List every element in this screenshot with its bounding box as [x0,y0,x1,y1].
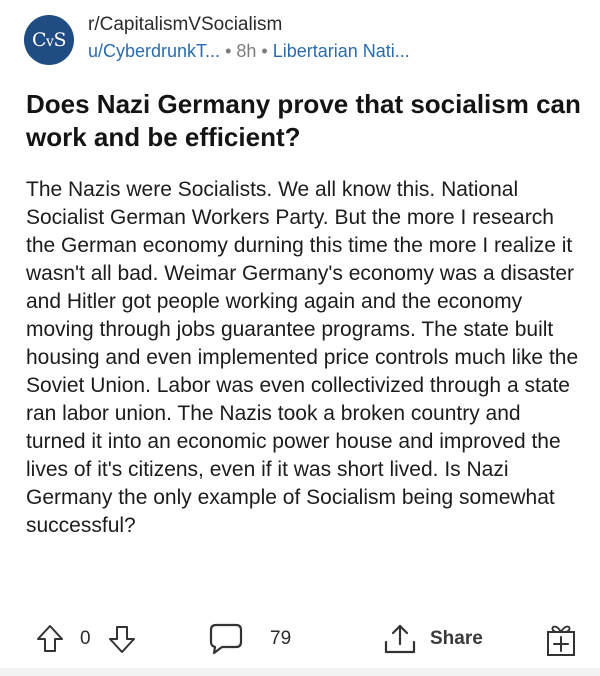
comments-button[interactable] [208,622,244,656]
separator-dot: • [261,41,268,61]
avatar-text: CvS [32,29,67,51]
subreddit-name[interactable]: r/CapitalismVSocialism [88,12,588,38]
user-flair[interactable]: Libertarian Nati... [273,41,410,61]
downvote-arrow-icon [109,626,135,653]
separator-dot: • [225,41,232,61]
byline: u/CyberdrunkT... • 8h • Libertarian Nati... [88,38,588,64]
upvote-button[interactable] [36,624,64,654]
share-icon [384,624,416,654]
comment-bubble-icon [209,623,243,655]
bottom-divider [0,668,600,676]
comment-count-wrap: 79 [270,628,291,650]
post-meta: r/CapitalismVSocialism u/CyberdrunkT... •… [88,12,588,64]
author-link[interactable]: u/CyberdrunkT... [88,41,220,61]
vote-count: 0 [80,628,91,649]
award-button[interactable] [544,622,578,658]
upvote-arrow-icon [37,625,63,652]
award-gift-icon [547,625,575,656]
post-age: 8h [236,41,257,61]
comment-count: 79 [270,628,292,649]
share-label: Share [430,628,483,649]
post-body: The Nazis were Socialists. We all know t… [26,178,579,537]
downvote-button[interactable] [108,624,136,654]
vote-count-wrap: 0 [80,628,91,650]
post-action-bar: 0 79 Share [0,616,600,664]
share-button[interactable]: Share [382,622,483,656]
post-title[interactable]: Does Nazi Germany prove that socialism c… [26,88,582,154]
subreddit-avatar[interactable]: CvS [24,15,74,65]
post-header: CvS r/CapitalismVSocialism u/CyberdrunkT… [24,12,584,68]
